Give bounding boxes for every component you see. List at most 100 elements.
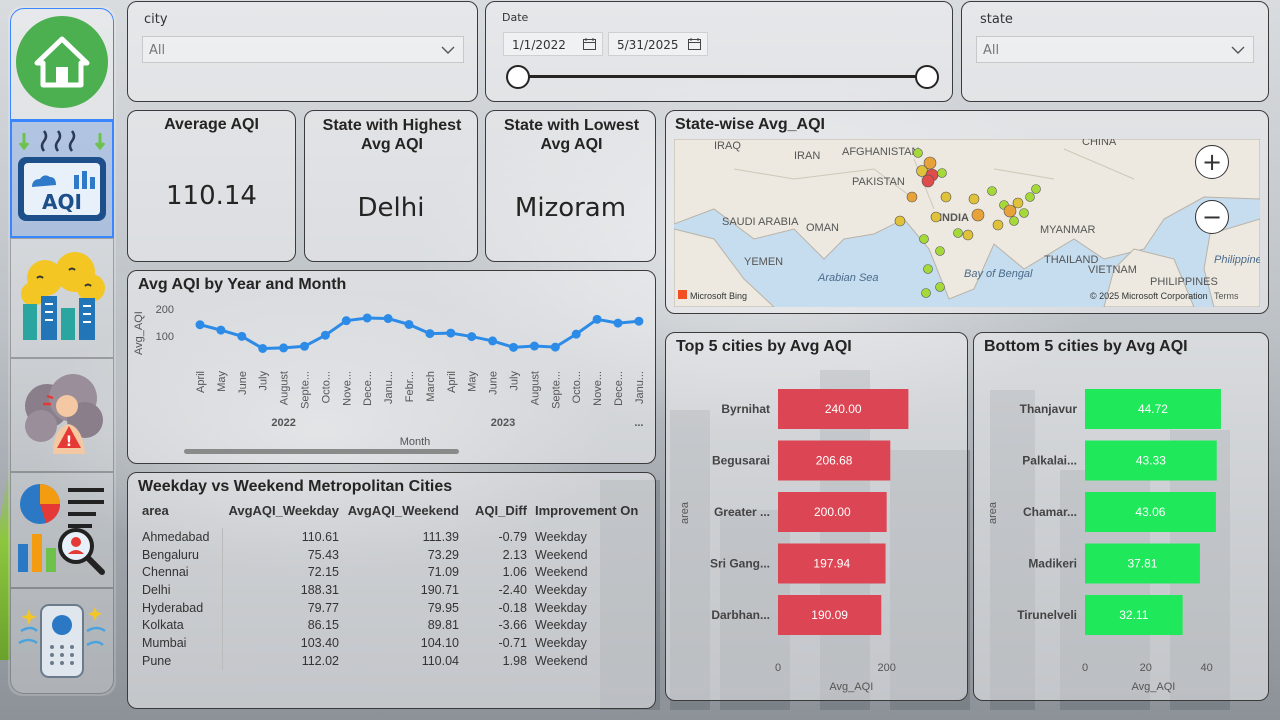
state-map[interactable]: IRAQ IRAN AFGHANISTAN PAKISTAN SAUDI ARA… <box>674 139 1260 307</box>
table-row[interactable]: Hyderabad 79.77 79.95 -0.18 Weekday <box>142 598 646 617</box>
table-cell-weekday: 103.40 <box>300 635 339 650</box>
map-terms-link[interactable]: Terms <box>1214 291 1239 301</box>
table-row[interactable]: Chennai 72.15 71.09 1.06 Weekend <box>142 563 646 582</box>
data-point[interactable] <box>300 341 309 351</box>
svg-text:AQI: AQI <box>42 190 82 214</box>
data-point[interactable] <box>550 342 560 352</box>
column-header-improvement[interactable]: Improvement On <box>535 503 646 528</box>
data-point[interactable] <box>634 316 644 326</box>
data-point[interactable] <box>320 330 330 340</box>
table-cell-diff: 2.13 <box>502 547 527 562</box>
table-row[interactable]: Kolkata 86.15 89.81 -3.66 Weekday <box>142 616 646 635</box>
table-cell-weekend: 89.81 <box>427 618 459 633</box>
chart-scrollbar[interactable] <box>184 449 459 454</box>
table-cell-area: Bengaluru <box>142 545 223 564</box>
data-point[interactable] <box>529 341 539 351</box>
state-slicer-label: state <box>980 12 1013 27</box>
calendar-icon[interactable] <box>583 38 596 50</box>
data-point[interactable] <box>237 331 247 341</box>
home-button[interactable] <box>10 8 114 120</box>
data-point[interactable] <box>446 328 456 338</box>
column-header-diff[interactable]: AQI_Diff <box>467 503 535 528</box>
zoom-out-button[interactable]: − <box>1195 200 1229 234</box>
end-date-value: 5/31/2025 <box>617 38 679 52</box>
bottom-cities-bar-chart: area Thanjavur 44.72 Palkalai... 43.33 Chamar… <box>987 389 1221 693</box>
bing-logo: Microsoft Bing <box>690 291 747 301</box>
bar-value-label: 37.81 <box>1127 557 1157 571</box>
data-point[interactable] <box>383 314 393 324</box>
y-axis-label: area <box>987 501 999 524</box>
x-tick-label: August <box>279 371 291 405</box>
purifier-page-button[interactable] <box>10 588 114 694</box>
health-page-button[interactable]: ! <box>10 358 114 472</box>
svg-text:Bay of Bengal: Bay of Bengal <box>964 268 1033 280</box>
category-label: Greater ... <box>714 505 770 519</box>
column-header-weekday[interactable]: AvgAQI_Weekday <box>222 503 347 528</box>
data-point[interactable] <box>258 343 268 353</box>
pollution-page-button[interactable] <box>10 238 114 358</box>
data-point[interactable] <box>488 336 498 346</box>
more-years-label: ... <box>634 417 643 429</box>
table-row[interactable]: Delhi 188.31 190.71 -2.40 Weekday <box>142 581 646 599</box>
data-point[interactable] <box>571 329 581 339</box>
category-label: Byrnihat <box>721 402 770 416</box>
category-label: Thanjavur <box>1020 402 1078 416</box>
end-date-input[interactable]: 5/31/2025 <box>608 32 708 56</box>
y-axis-label: Avg_AQI <box>133 311 145 355</box>
data-point[interactable] <box>425 329 435 339</box>
data-point[interactable] <box>216 325 226 335</box>
x-tick-label: July <box>509 371 521 391</box>
state-dropdown[interactable]: All <box>976 36 1254 63</box>
data-point[interactable] <box>341 316 351 326</box>
table-cell-weekday: 188.31 <box>300 582 339 597</box>
table-row[interactable]: Bengaluru 75.43 73.29 2.13 Weekend <box>142 545 646 564</box>
data-point[interactable] <box>279 343 289 353</box>
table-title: Weekday vs Weekend Metropolitan Cities <box>138 478 453 495</box>
weekday-weekend-table-card: Weekday vs Weekend Metropolitan Cities a… <box>127 472 656 709</box>
top-cities-card: Top 5 cities by Avg AQI area Byrnihat 240.… <box>665 332 968 701</box>
city-dropdown[interactable]: All <box>142 36 464 63</box>
data-point[interactable] <box>467 332 477 342</box>
highest-state-title: State with Highest Avg AQI <box>322 117 462 153</box>
svg-text:VIETNAM: VIETNAM <box>1088 264 1137 276</box>
map-title: State-wise Avg_AQI <box>675 116 825 133</box>
data-point[interactable] <box>592 314 602 324</box>
table-cell-diff: 1.98 <box>502 653 527 668</box>
date-range-end-handle[interactable] <box>915 65 939 89</box>
column-header-weekend[interactable]: AvgAQI_Weekend <box>347 503 467 528</box>
data-point[interactable] <box>362 313 372 323</box>
data-point[interactable] <box>195 320 205 330</box>
aqi-line-chart-card: Avg AQI by Year and Month Avg_AQI 100 200 A… <box>127 270 656 464</box>
date-range-start-handle[interactable] <box>506 65 530 89</box>
table-cell-weekday: 110.61 <box>301 529 339 544</box>
analytics-page-button[interactable] <box>10 472 114 588</box>
table-cell-diff: 1.06 <box>502 565 527 580</box>
weekday-weekend-table: area AvgAQI_Weekday AvgAQI_Weekend AQI_D… <box>142 503 646 670</box>
table-row[interactable]: Pune 112.02 110.04 1.98 Weekend <box>142 651 646 670</box>
line-chart: Avg_AQI 100 200 April May June July August Septe… <box>133 304 646 454</box>
x-tick-label: June <box>237 371 249 395</box>
start-date-input[interactable]: 1/1/2022 <box>503 32 603 56</box>
table-cell-area: Ahmedabad <box>142 528 223 546</box>
table-row[interactable]: Mumbai 103.40 104.10 -0.71 Weekday <box>142 634 646 652</box>
bar-value-label: 206.68 <box>816 454 853 468</box>
data-point[interactable] <box>404 319 414 329</box>
calendar-icon[interactable] <box>688 38 701 50</box>
bottom-cities-card: Bottom 5 cities by Avg AQI area Thanjavur… <box>973 332 1269 701</box>
x-tick-label: Septe... <box>300 371 312 409</box>
bar-value-label: 44.72 <box>1138 402 1168 416</box>
x-tick-label: March <box>425 371 437 402</box>
column-header-area[interactable]: area <box>142 503 222 528</box>
table-cell-area: Pune <box>142 651 223 670</box>
zoom-in-button[interactable]: + <box>1195 145 1229 179</box>
x-tick-label: April <box>195 371 207 393</box>
aqi-page-button[interactable]: AQI <box>10 120 114 238</box>
table-row[interactable]: Ahmedabad 110.61 111.39 -0.79 Weekday <box>142 528 646 546</box>
table-cell-improvement: Weekday <box>535 618 587 633</box>
data-point[interactable] <box>509 342 518 352</box>
svg-text:CHINA: CHINA <box>1082 139 1117 148</box>
table-cell-weekend: 104.10 <box>420 635 459 650</box>
average-aqi-card: Average AQI 110.14 <box>127 110 296 262</box>
data-point[interactable] <box>613 318 623 328</box>
svg-text:!: ! <box>66 434 72 450</box>
